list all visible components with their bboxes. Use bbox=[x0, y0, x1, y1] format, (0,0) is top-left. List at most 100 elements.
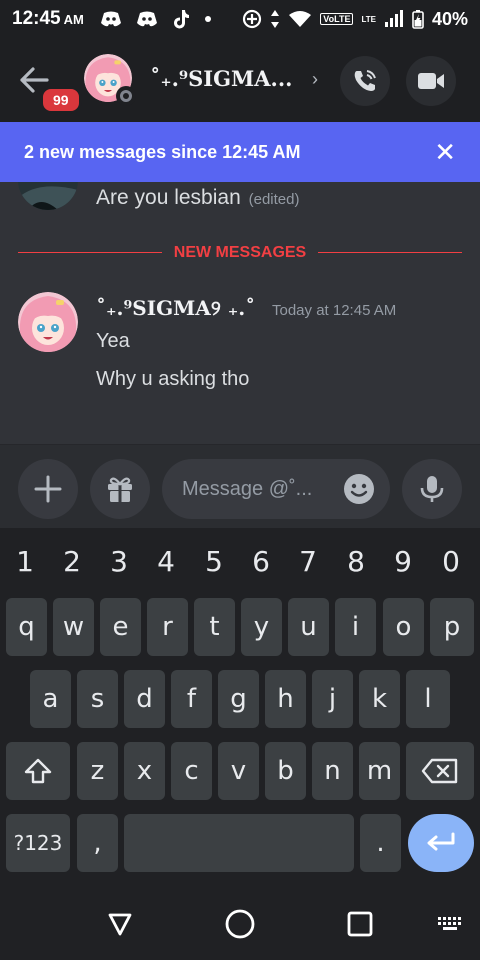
key-0[interactable]: 0 bbox=[429, 536, 473, 586]
backspace-icon bbox=[421, 758, 458, 784]
key-g[interactable]: g bbox=[218, 670, 259, 728]
key-1[interactable]: 1 bbox=[3, 536, 47, 586]
discord-dm-screen: 12:45 AM VoLTE LTE 40% 99 ˚₊.⁹SIGMA... ›… bbox=[0, 0, 480, 960]
add-attachment-button[interactable] bbox=[18, 459, 78, 519]
enter-arrow-icon bbox=[427, 832, 455, 851]
status-bar: 12:45 AM VoLTE LTE 40% bbox=[0, 0, 480, 38]
key-y[interactable]: y bbox=[241, 598, 282, 656]
video-call-button[interactable] bbox=[406, 56, 456, 106]
channel-name[interactable]: ˚₊.⁹SIGMA... bbox=[150, 66, 293, 91]
key-b[interactable]: b bbox=[265, 742, 306, 800]
key-8[interactable]: 8 bbox=[334, 536, 378, 586]
header-avatar[interactable] bbox=[84, 54, 136, 106]
nav-back-button[interactable] bbox=[100, 904, 140, 944]
message-composer bbox=[0, 444, 480, 528]
message-input[interactable] bbox=[182, 477, 332, 501]
notification-icons bbox=[100, 9, 212, 29]
shift-arrow-icon bbox=[24, 758, 52, 784]
new-messages-banner-text: 2 new messages since 12:45 AM bbox=[24, 141, 301, 162]
recents-square-icon bbox=[347, 911, 373, 937]
author-avatar[interactable] bbox=[18, 292, 78, 352]
enter-key[interactable] bbox=[408, 814, 474, 872]
space-bar[interactable] bbox=[124, 814, 354, 872]
message-content: Why u asking tho bbox=[96, 368, 250, 390]
key-9[interactable]: 9 bbox=[381, 536, 425, 586]
key-3[interactable]: 3 bbox=[97, 536, 141, 586]
key-p[interactable]: p bbox=[430, 598, 474, 656]
nav-home-button[interactable] bbox=[220, 904, 260, 944]
key-c[interactable]: c bbox=[171, 742, 212, 800]
unread-count-badge: 99 bbox=[40, 86, 82, 114]
tiktok-notification-icon bbox=[173, 10, 189, 29]
keyboard-icon bbox=[438, 917, 461, 930]
system-navigation-bar bbox=[0, 888, 480, 960]
comma-key[interactable]: , bbox=[77, 814, 118, 872]
key-a[interactable]: a bbox=[30, 670, 71, 728]
plus-icon bbox=[34, 475, 62, 503]
wifi-icon bbox=[289, 11, 312, 27]
period-key[interactable]: . bbox=[360, 814, 401, 872]
key-t[interactable]: t bbox=[194, 598, 235, 656]
offline-status-icon bbox=[116, 86, 136, 106]
status-time: 12:45 AM bbox=[12, 8, 84, 29]
discord-notification-icon bbox=[100, 11, 121, 27]
key-n[interactable]: n bbox=[312, 742, 353, 800]
dark-avatar-image bbox=[18, 182, 78, 210]
key-4[interactable]: 4 bbox=[144, 536, 188, 586]
key-x[interactable]: x bbox=[124, 742, 165, 800]
key-s[interactable]: s bbox=[77, 670, 118, 728]
lte-indicator: LTE bbox=[361, 14, 376, 24]
key-7[interactable]: 7 bbox=[286, 536, 330, 586]
message-list[interactable]: Are you lesbian (edited) NEW MESSAGES ˚₊… bbox=[0, 182, 480, 444]
message-content: Yea bbox=[96, 330, 130, 352]
anime-avatar-image bbox=[18, 292, 78, 352]
symbols-key[interactable]: ?123 bbox=[6, 814, 70, 872]
chevron-right-icon[interactable]: › bbox=[312, 69, 318, 90]
nav-recents-button[interactable] bbox=[340, 904, 380, 944]
data-transfer-icon bbox=[271, 10, 280, 28]
key-q[interactable]: q bbox=[6, 598, 47, 656]
backspace-key[interactable] bbox=[406, 742, 474, 800]
key-v[interactable]: v bbox=[218, 742, 259, 800]
key-k[interactable]: k bbox=[359, 670, 400, 728]
key-m[interactable]: m bbox=[359, 742, 400, 800]
key-l[interactable]: l bbox=[406, 670, 450, 728]
new-messages-label: NEW MESSAGES bbox=[173, 243, 307, 261]
previous-author-avatar bbox=[18, 182, 78, 210]
key-j[interactable]: j bbox=[312, 670, 353, 728]
phone-call-icon bbox=[354, 70, 376, 91]
voice-call-button[interactable] bbox=[340, 56, 390, 106]
list-item[interactable]: Are you lesbian (edited) bbox=[0, 182, 480, 226]
key-e[interactable]: e bbox=[100, 598, 141, 656]
shift-key[interactable] bbox=[6, 742, 70, 800]
on-screen-keyboard: 1 2 3 4 5 6 7 8 9 0 q w e r t y u i o p … bbox=[0, 528, 480, 888]
new-messages-divider: NEW MESSAGES bbox=[18, 244, 462, 261]
message-author[interactable]: ˚₊.⁹SIGMA୨ ₊.˚ bbox=[96, 296, 255, 320]
system-icons: VoLTE LTE 40% bbox=[242, 9, 468, 30]
dm-header: 99 ˚₊.⁹SIGMA... › bbox=[0, 38, 480, 122]
key-h[interactable]: h bbox=[265, 670, 306, 728]
key-r[interactable]: r bbox=[147, 598, 188, 656]
battery-percent: 40% bbox=[431, 8, 468, 29]
home-circle-icon bbox=[225, 909, 255, 939]
key-u[interactable]: u bbox=[288, 598, 329, 656]
edited-tag: (edited) bbox=[248, 191, 300, 208]
key-f[interactable]: f bbox=[171, 670, 212, 728]
key-d[interactable]: d bbox=[124, 670, 165, 728]
emoji-icon[interactable] bbox=[342, 472, 376, 506]
video-camera-icon bbox=[418, 73, 444, 89]
message-input-container[interactable] bbox=[162, 459, 390, 519]
message-timestamp: Today at 12:45 AM bbox=[272, 302, 397, 319]
key-z[interactable]: z bbox=[77, 742, 118, 800]
voice-message-button[interactable] bbox=[402, 459, 462, 519]
key-o[interactable]: o bbox=[383, 598, 424, 656]
keyboard-switch-button[interactable] bbox=[432, 904, 468, 944]
key-i[interactable]: i bbox=[335, 598, 376, 656]
key-5[interactable]: 5 bbox=[192, 536, 236, 586]
key-6[interactable]: 6 bbox=[239, 536, 283, 586]
key-w[interactable]: w bbox=[53, 598, 94, 656]
new-messages-banner[interactable]: 2 new messages since 12:45 AM ✕ bbox=[0, 122, 480, 182]
close-icon[interactable]: ✕ bbox=[434, 137, 456, 168]
key-2[interactable]: 2 bbox=[50, 536, 94, 586]
gift-button[interactable] bbox=[90, 459, 150, 519]
